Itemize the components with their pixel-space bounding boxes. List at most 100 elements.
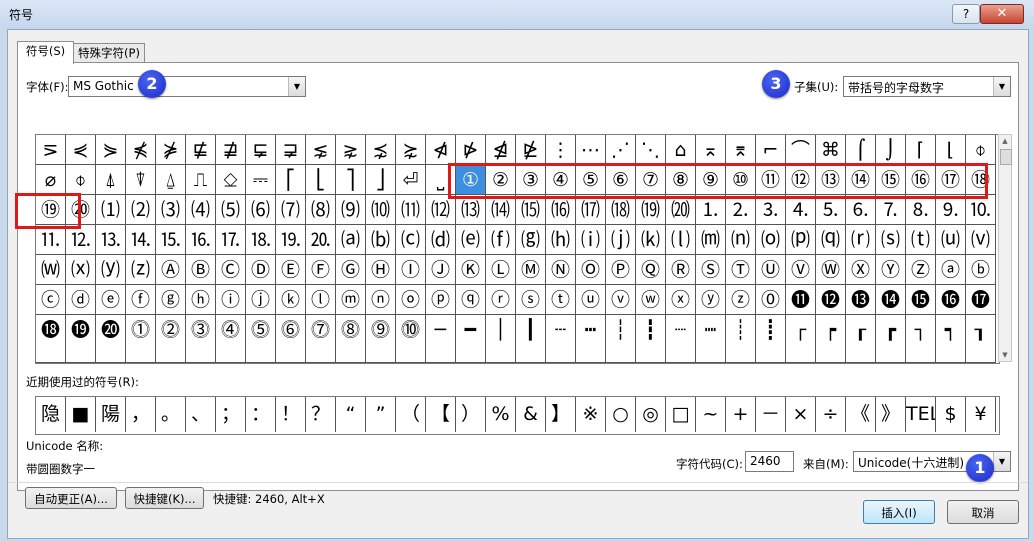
symbol-cell[interactable]: Ⓚ xyxy=(456,255,486,285)
symbol-cell[interactable]: ⑥ xyxy=(606,165,636,195)
recent-symbol-cell[interactable]: ※ xyxy=(576,397,606,432)
symbol-cell[interactable]: ⒞ xyxy=(396,225,426,255)
symbol-cell[interactable]: ⓥ xyxy=(606,285,636,315)
symbol-cell[interactable]: ⒴ xyxy=(96,255,126,285)
symbol-cell[interactable]: ⓗ xyxy=(186,285,216,315)
symbol-cell[interactable]: ⓽ xyxy=(366,315,396,363)
symbol-cell[interactable]: ┈ xyxy=(666,315,696,363)
symbol-cell[interactable]: ⒚ xyxy=(276,225,306,255)
symbol-cell[interactable]: ⒝ xyxy=(366,225,396,255)
recent-symbol-cell[interactable]: 陽 xyxy=(96,397,126,432)
symbol-cell[interactable]: ⒎ xyxy=(876,195,906,225)
symbol-cell[interactable]: Ⓨ xyxy=(876,255,906,285)
symbol-cell[interactable]: ⒰ xyxy=(936,225,966,255)
symbol-cell[interactable]: ⏎ xyxy=(396,165,426,195)
symbol-cell[interactable]: ⍒ xyxy=(126,165,156,195)
symbol-cell[interactable]: ⓬ xyxy=(816,285,846,315)
symbol-cell[interactable]: ⒨ xyxy=(696,225,726,255)
symbol-cell[interactable]: ⒋ xyxy=(786,195,816,225)
symbol-cell[interactable]: ┄ xyxy=(546,315,576,363)
symbol-cell[interactable]: ⒱ xyxy=(966,225,996,255)
symbol-cell[interactable]: ⑽ xyxy=(366,195,396,225)
recent-symbol-cell[interactable]: “ xyxy=(336,397,366,432)
symbol-cell[interactable]: ⋭ xyxy=(516,135,546,165)
symbol-cell[interactable]: ⒫ xyxy=(786,225,816,255)
symbol-cell[interactable]: ⓢ xyxy=(516,285,546,315)
symbol-cell[interactable]: ⒇ xyxy=(666,195,696,225)
symbol-cell[interactable]: ⒀ xyxy=(456,195,486,225)
symbol-cell[interactable]: ┌ xyxy=(786,315,816,363)
symbol-cell[interactable]: ⋩ xyxy=(396,135,426,165)
symbol-cell[interactable]: ⌒ xyxy=(786,135,816,165)
symbol-cell[interactable]: ⓸ xyxy=(216,315,246,363)
symbol-cell[interactable]: Ⓐ xyxy=(156,255,186,285)
recent-symbol-cell[interactable]: 隐 xyxy=(36,397,66,432)
recent-symbol-cell[interactable]: － xyxy=(756,397,786,432)
symbol-cell[interactable]: ⌐ xyxy=(756,135,786,165)
symbol-cell[interactable]: ⌂ xyxy=(666,135,696,165)
symbol-cell[interactable]: ⒩ xyxy=(726,225,756,255)
symbol-cell[interactable]: Ⓧ xyxy=(846,255,876,285)
symbol-cell[interactable]: ⓒ xyxy=(36,285,66,315)
symbol-cell[interactable]: ⑤ xyxy=(576,165,606,195)
recent-symbol-cell[interactable]: ¥ xyxy=(966,397,996,432)
recent-symbol-cell[interactable]: ， xyxy=(126,397,156,432)
symbol-cell[interactable]: ⑵ xyxy=(126,195,156,225)
symbol-cell[interactable]: ① xyxy=(456,165,486,195)
symbol-cell[interactable]: ⓟ xyxy=(426,285,456,315)
symbol-cell[interactable]: ⋱ xyxy=(636,135,666,165)
symbol-cell[interactable]: Ⓒ xyxy=(216,255,246,285)
symbol-cell[interactable]: ⋤ xyxy=(246,135,276,165)
symbol-cell[interactable]: ⓵ xyxy=(126,315,156,363)
autocorrect-button[interactable]: 自动更正(A)... xyxy=(25,487,117,509)
recent-symbol-cell[interactable]: ◎ xyxy=(636,397,666,432)
symbol-cell[interactable]: ┇ xyxy=(636,315,666,363)
symbol-cell[interactable]: Ⓡ xyxy=(666,255,696,285)
symbol-cell[interactable]: ⋞ xyxy=(66,135,96,165)
symbol-cell[interactable]: ⓹ xyxy=(246,315,276,363)
symbol-cell[interactable]: ⒖ xyxy=(156,225,186,255)
symbol-cell[interactable]: ⑳ xyxy=(66,195,96,225)
symbol-cell[interactable]: ⒜ xyxy=(336,225,366,255)
symbol-cell[interactable]: ⒘ xyxy=(216,225,246,255)
symbol-cell[interactable]: ┏ xyxy=(876,315,906,363)
symbol-cell[interactable]: ⌘ xyxy=(816,135,846,165)
symbol-cell[interactable]: ⑴ xyxy=(96,195,126,225)
recent-symbol-cell[interactable]: + xyxy=(726,397,756,432)
symbol-cell[interactable]: Ⓩ xyxy=(906,255,936,285)
recent-symbol-cell[interactable]: × xyxy=(786,397,816,432)
symbol-cell[interactable]: ③ xyxy=(516,165,546,195)
recent-symbol-cell[interactable]: 【 xyxy=(426,397,456,432)
symbol-cell[interactable]: ⋢ xyxy=(186,135,216,165)
symbol-cell[interactable]: ⑧ xyxy=(666,165,696,195)
symbol-cell[interactable]: ⒆ xyxy=(636,195,666,225)
symbol-cell[interactable]: ⑦ xyxy=(636,165,666,195)
symbol-cell[interactable]: ⓕ xyxy=(126,285,156,315)
symbol-cell[interactable]: ⓲ xyxy=(36,315,66,363)
symbol-cell[interactable]: ⓙ xyxy=(246,285,276,315)
symbol-cell[interactable]: ⌅ xyxy=(696,135,726,165)
symbol-cell[interactable]: ⒙ xyxy=(246,225,276,255)
symbol-cell[interactable]: ⒗ xyxy=(186,225,216,255)
symbol-cell[interactable]: ⓓ xyxy=(66,285,96,315)
symbol-cell[interactable]: ⎤ xyxy=(336,165,366,195)
symbol-cell[interactable]: ⓼ xyxy=(336,315,366,363)
symbol-cell[interactable]: Ⓛ xyxy=(486,255,516,285)
symbol-cell[interactable]: ⒢ xyxy=(516,225,546,255)
symbol-cell[interactable]: ⌆ xyxy=(726,135,756,165)
recent-symbol-cell[interactable]: ~ xyxy=(696,397,726,432)
symbol-cell[interactable]: ④ xyxy=(546,165,576,195)
symbol-cell[interactable]: ⓖ xyxy=(156,285,186,315)
symbol-cell[interactable]: ⍋ xyxy=(96,165,126,195)
symbol-cell[interactable]: ⓰ xyxy=(936,285,966,315)
symbol-cell[interactable]: ┍ xyxy=(816,315,846,363)
chevron-down-icon[interactable]: ▼ xyxy=(993,77,1010,96)
chevron-down-icon[interactable]: ▼ xyxy=(288,77,305,96)
symbol-cell[interactable]: ┉ xyxy=(696,315,726,363)
symbol-cell[interactable]: Ⓝ xyxy=(546,255,576,285)
symbol-cell[interactable]: ┃ xyxy=(516,315,546,363)
symbol-cell[interactable]: ⒮ xyxy=(876,225,906,255)
symbol-cell[interactable]: ⓝ xyxy=(366,285,396,315)
symbol-cell[interactable]: ⒄ xyxy=(576,195,606,225)
symbol-grid[interactable]: ⋝ ⋞ ⋟ ⋠ ⋡ ⋢ ⋣ ⋤ ⋥ ⋦ ⋧ ⋨ ⋩ ⋪ ⋫ ⋬ ⋭ ⋮ ⋯ ⋰ ⋱ ⌂ ⌅ ⌆ ⌐ ⌒ ⌘ ⌠ ⌡ ⌈ ⌊ ⌽ ⌀ ⌽ ⍋ ⍒ ⍙ ⎍ ⎐ ⎓… xyxy=(35,134,1000,364)
